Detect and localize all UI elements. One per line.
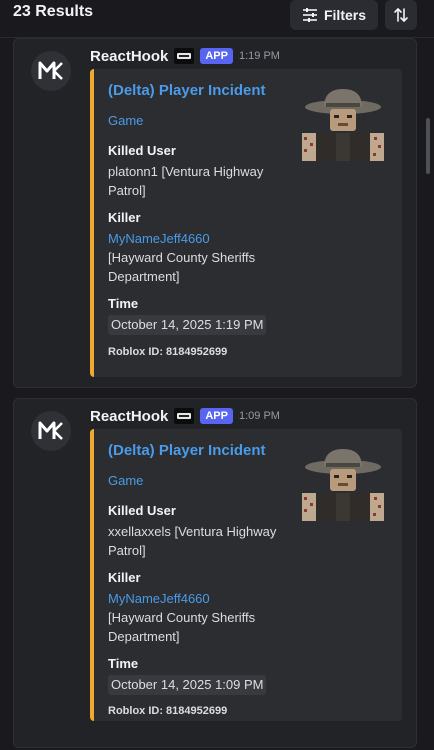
time-label: Time [108,296,139,311]
sort-arrows-icon [394,8,408,22]
server-tag-icon [174,48,195,64]
killed-user-value: xxellaxxels [Ventura Highway Patrol] [108,524,277,558]
time-value[interactable]: October 14, 2025 1:19 PM [108,315,267,335]
embed-title[interactable]: (Delta) Player Incident [108,82,266,99]
sort-button[interactable] [385,0,417,30]
sliders-icon [302,8,317,22]
search-result[interactable]: ReactHook APP 1:09 PM (Delta) Player Inc… [13,398,417,748]
scrollbar[interactable] [426,118,430,174]
message-timestamp: 1:19 PM [238,50,280,62]
avatar[interactable] [31,411,71,451]
killer-team: [Hayward County Sheriffs Department] [108,250,256,284]
avatar[interactable] [31,51,71,91]
time-label: Time [108,656,139,671]
message-header: ReactHook APP 1:09 PM [90,405,280,427]
killed-user-value: platonn1 [Ventura Highway Patrol] [108,164,264,198]
filters-button[interactable]: Filters [290,0,378,30]
avatar-thumbnail[interactable] [300,85,386,165]
app-logo-icon [38,61,63,80]
killer-profile-link[interactable]: MyNameJeff4660 [108,229,294,248]
roblox-avatar-image [302,449,384,521]
killed-user-label: Killed User [108,503,176,518]
server-tag-icon [174,408,195,424]
message-timestamp: 1:09 PM [238,410,280,422]
embed-game-link[interactable]: Game [108,473,143,488]
embed-footer: Roblox ID: 8184952699 [108,346,228,358]
results-count: 23 Results [13,3,94,20]
message-header: ReactHook APP 1:19 PM [90,45,280,67]
embed-title[interactable]: (Delta) Player Incident [108,442,266,459]
embed-game-link[interactable]: Game [108,113,143,128]
avatar-thumbnail[interactable] [300,445,386,525]
incident-embed: (Delta) Player Incident Game Killed User… [90,429,402,721]
author-name[interactable]: ReactHook [90,408,168,425]
app-badge: APP [200,48,233,64]
incident-embed: (Delta) Player Incident Game Killed User… [90,69,402,377]
app-badge: APP [200,408,233,424]
killed-user-label: Killed User [108,143,176,158]
roblox-avatar-image [302,89,384,161]
killer-label: Killer [108,210,141,225]
search-result[interactable]: ReactHook APP 1:19 PM (Delta) Player Inc… [13,38,417,388]
killer-profile-link[interactable]: MyNameJeff4660 [108,589,294,608]
time-value[interactable]: October 14, 2025 1:09 PM [108,675,267,695]
embed-footer: Roblox ID: 8184952699 [108,705,228,717]
author-name[interactable]: ReactHook [90,48,168,65]
killer-team: [Hayward County Sheriffs Department] [108,610,256,644]
filters-label: Filters [323,7,366,23]
app-logo-icon [38,421,63,440]
search-results-header: 23 Results Filters [0,0,434,38]
killer-label: Killer [108,570,141,585]
